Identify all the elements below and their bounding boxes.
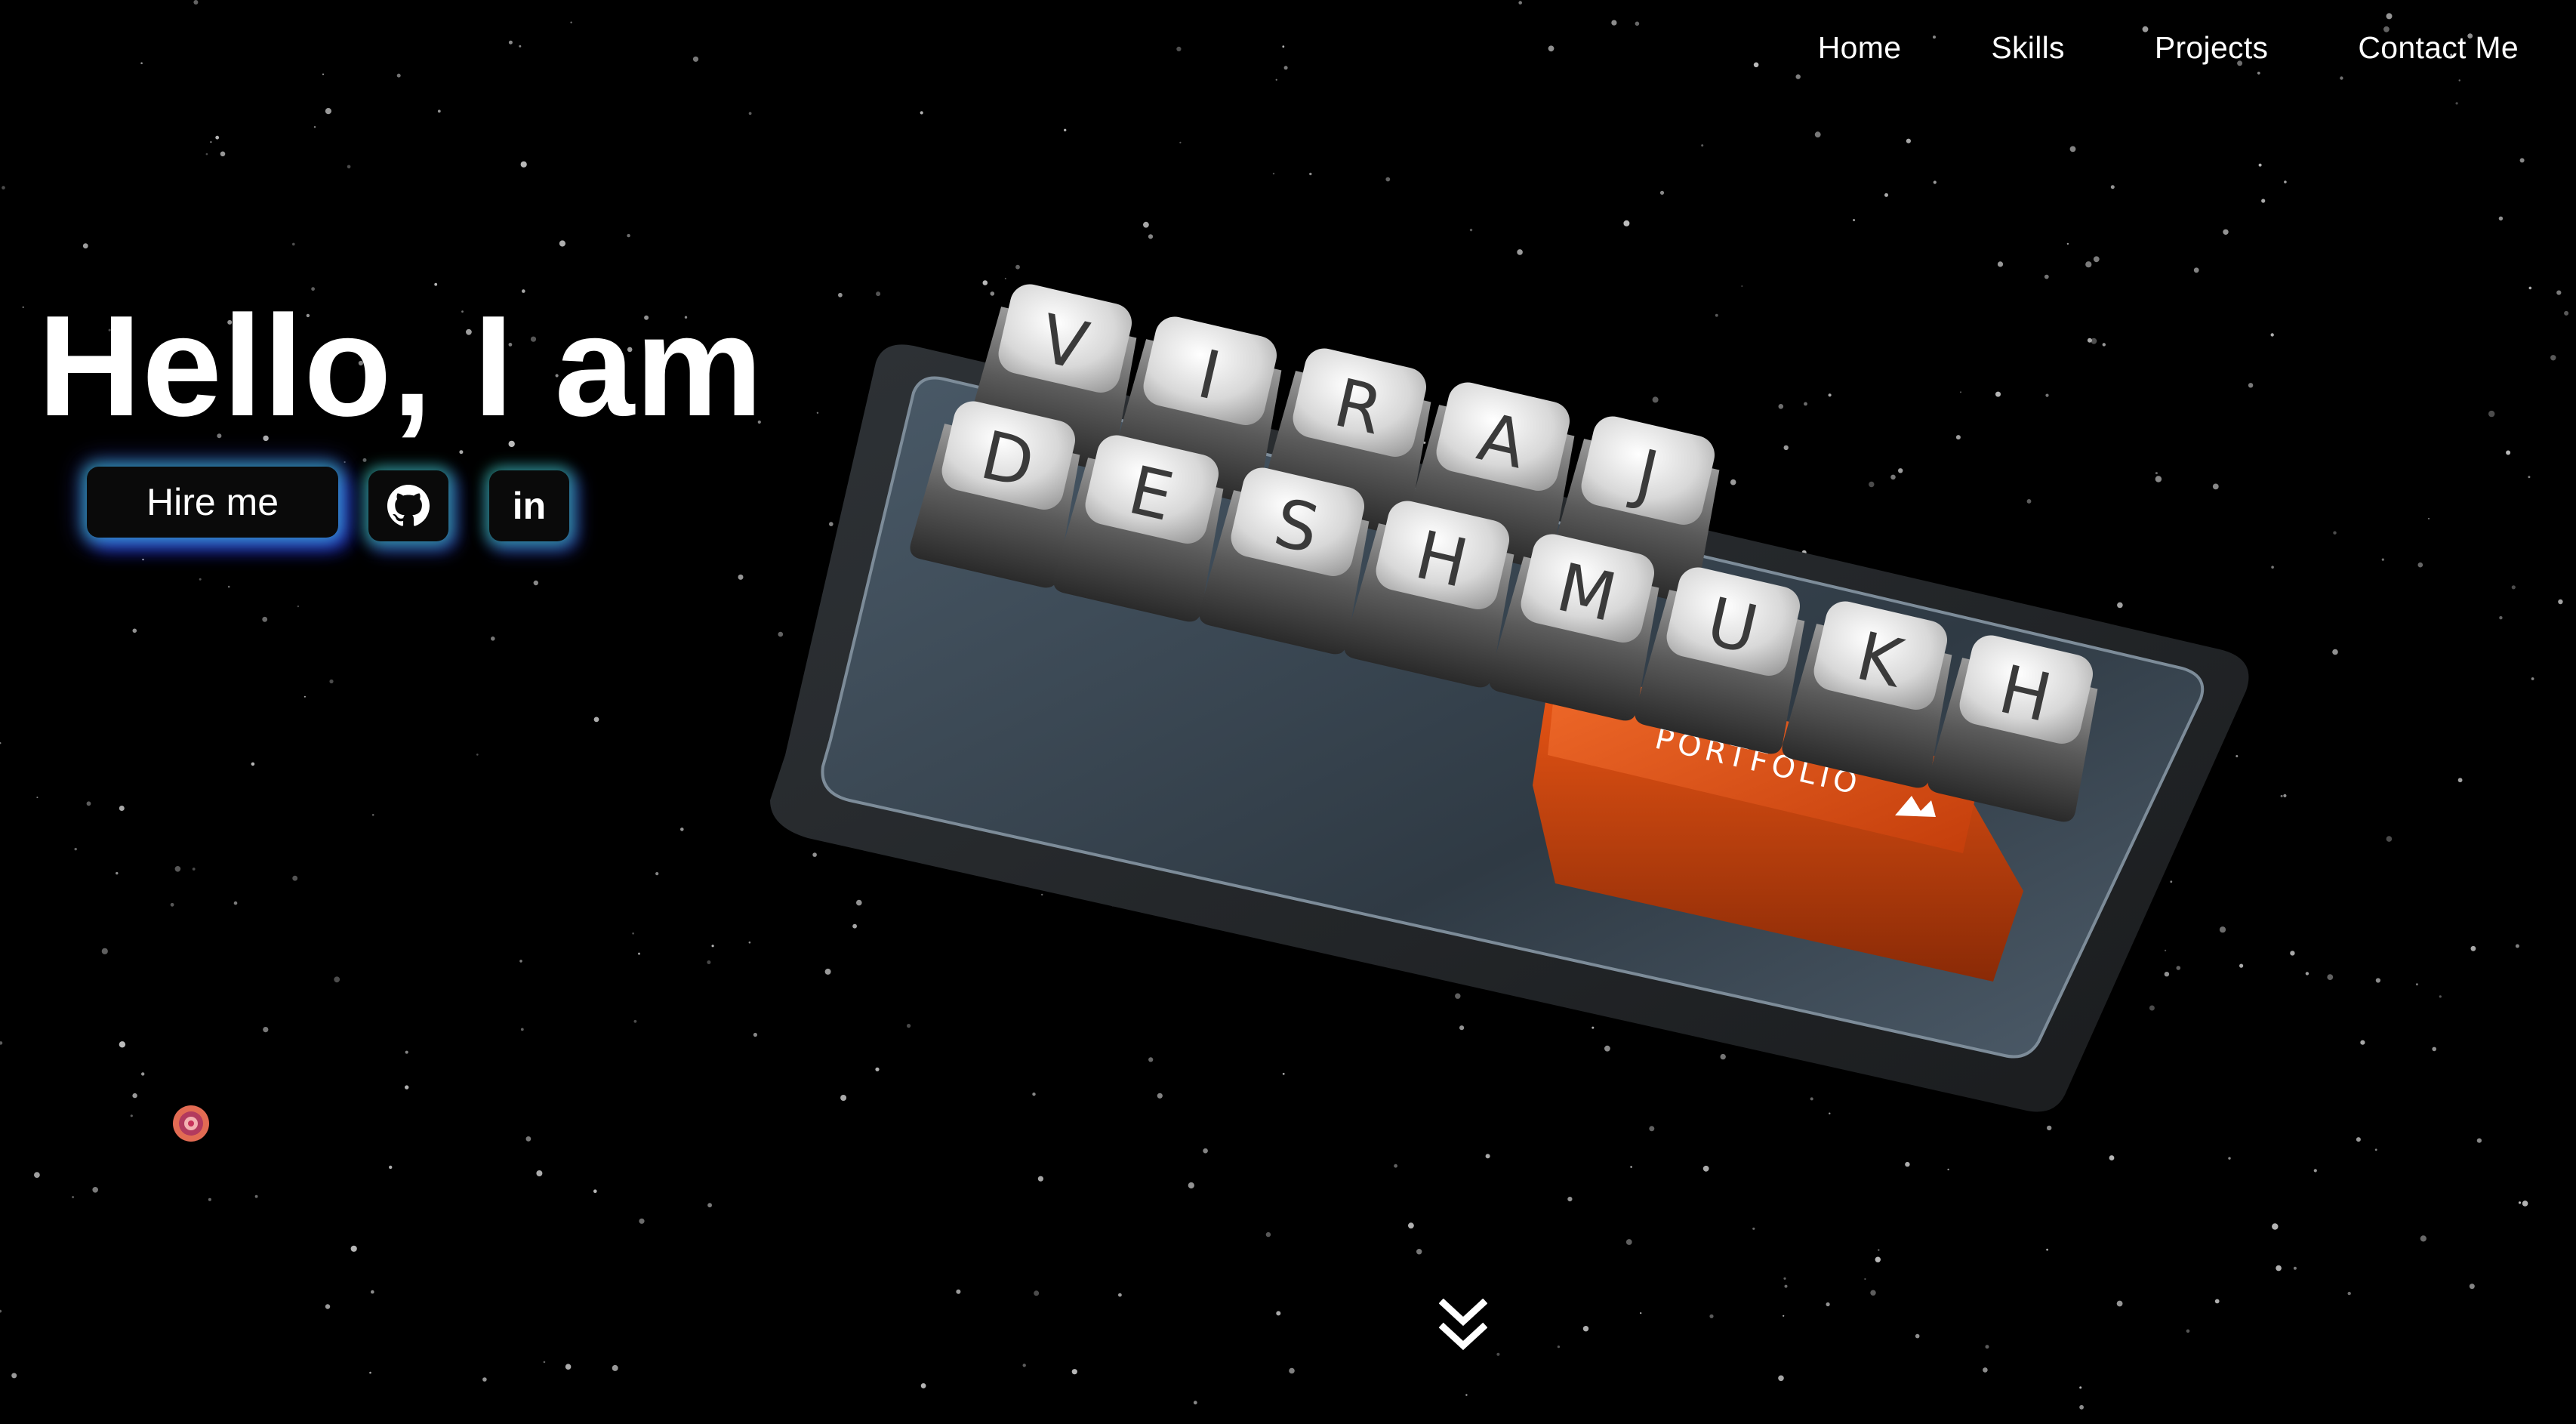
top-navigation: Home Skills Projects Contact Me [1818,30,2519,66]
linkedin-button[interactable]: in [489,470,569,541]
nav-contact-link[interactable]: Contact Me [2358,30,2519,66]
github-button[interactable] [368,470,448,541]
keyboard-illustration[interactable]: PORTFOLIO V I R A JD E S H M U K H [740,257,2280,1133]
nav-home-link[interactable]: Home [1818,30,1902,66]
nav-projects-link[interactable]: Projects [2155,30,2269,66]
hero-title: Hello, I am [38,286,764,446]
nav-skills-link[interactable]: Skills [1991,30,2064,66]
double-chevron-down-icon[interactable] [1439,1299,1487,1353]
linkedin-icon: in [512,485,547,527]
hire-me-button[interactable]: Hire me [87,467,338,538]
github-icon [387,485,430,526]
target-icon[interactable] [172,1105,210,1142]
